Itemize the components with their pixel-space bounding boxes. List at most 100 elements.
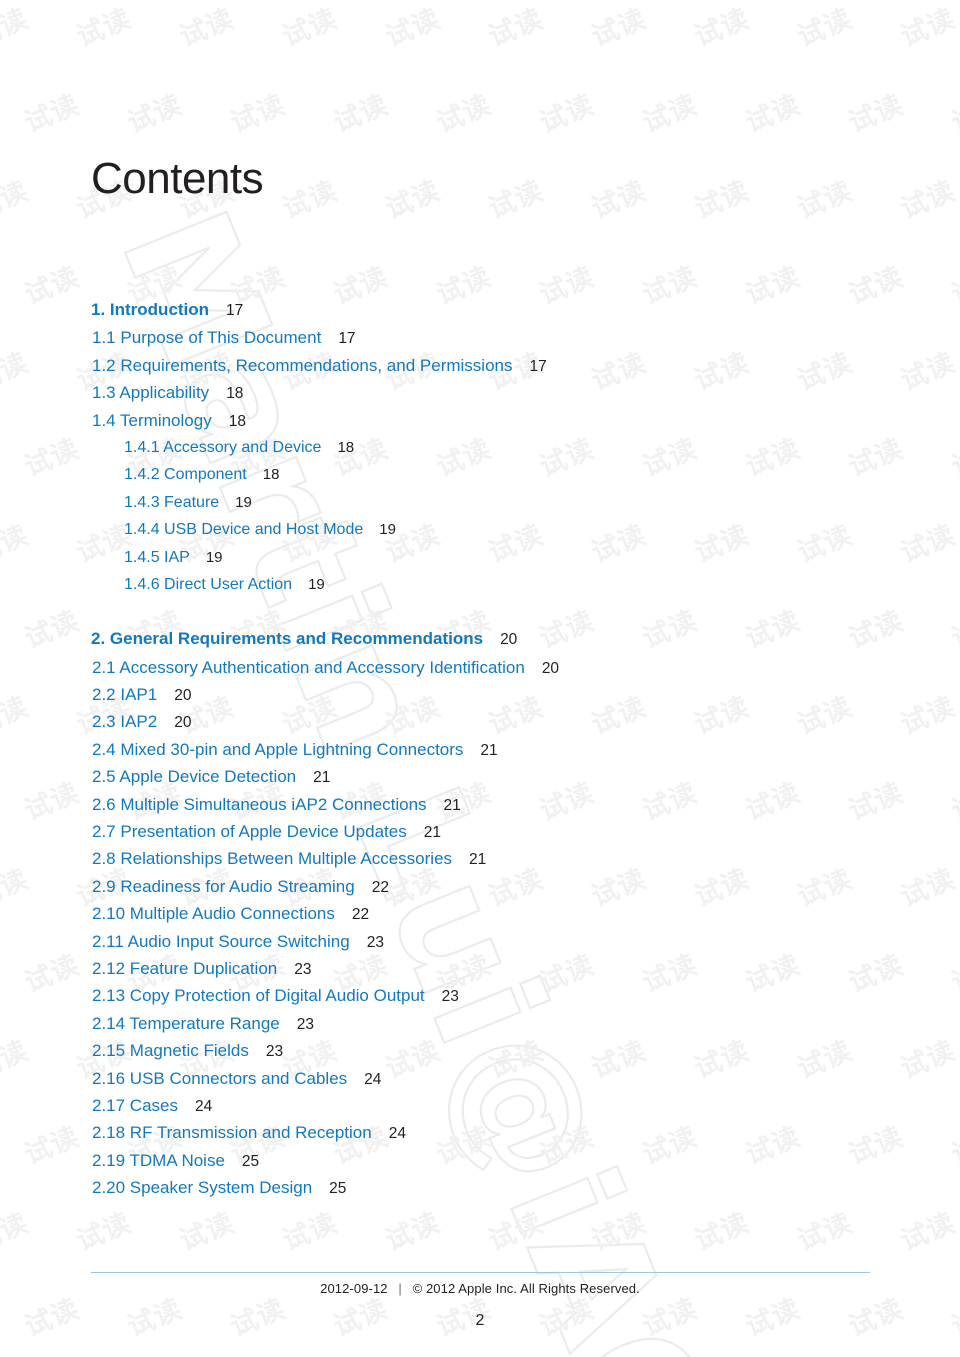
- toc-entry-label: 1.4.4 USB Device and Host Mode: [124, 521, 364, 539]
- toc-entry-page: 19: [379, 521, 396, 539]
- footer: 2012-09-12 | © 2012 Apple Inc. All Right…: [0, 1281, 960, 1296]
- toc-entry[interactable]: 1.4.5 IAP 19: [91, 544, 871, 571]
- watermark-tile: 试读: [793, 175, 857, 226]
- toc-entry[interactable]: 1.4.1 Accessory and Device 18: [91, 434, 871, 461]
- watermark-tile: 试读: [0, 691, 33, 742]
- watermark-tile: 试读: [947, 777, 960, 828]
- watermark-tile: 试读: [896, 863, 960, 914]
- toc-entry[interactable]: 1.4.3 Feature 19: [91, 489, 871, 516]
- footer-date: 2012-09-12: [320, 1281, 388, 1296]
- watermark-tile: 试读: [0, 1035, 33, 1086]
- toc-entry[interactable]: 2.6 Multiple Simultaneous iAP2 Connectio…: [91, 791, 871, 818]
- toc-entry-page: 21: [313, 769, 331, 787]
- toc-entry-label: 1.4.6 Direct User Action: [124, 575, 293, 593]
- watermark-tile: 试读: [20, 433, 84, 484]
- toc-entry[interactable]: 2.13 Copy Protection of Digital Audio Ou…: [91, 982, 871, 1009]
- watermark-tile: 试读: [690, 3, 754, 54]
- toc-entry[interactable]: 1.4 Terminology 18: [91, 407, 871, 434]
- toc-entry[interactable]: 2.3 IAP2 20: [91, 708, 871, 735]
- watermark-tile: 试读: [484, 175, 548, 226]
- toc-entry-label: 2.5 Apple Device Detection: [92, 767, 297, 787]
- toc-entry[interactable]: 2.8 Relationships Between Multiple Acces…: [91, 845, 871, 872]
- toc-entry-label: 2.14 Temperature Range: [92, 1013, 280, 1033]
- watermark-tile: 试读: [226, 89, 290, 140]
- watermark-tile: 试读: [535, 89, 599, 140]
- toc-entry-page: 20: [500, 631, 518, 649]
- toc-entry[interactable]: 2.19 TDMA Noise 25: [91, 1147, 871, 1174]
- toc-entry-page: 24: [388, 1125, 406, 1143]
- toc-entry[interactable]: 2.7 Presentation of Apple Device Updates…: [91, 818, 871, 845]
- toc-entry-label: 2.18 RF Transmission and Reception: [92, 1123, 372, 1143]
- toc-entry[interactable]: 1.4.6 Direct User Action 19: [91, 571, 871, 598]
- watermark-tile: 试读: [896, 347, 960, 398]
- toc-entry[interactable]: 2. General Requirements and Recommendati…: [91, 625, 871, 652]
- watermark-tile: 试读: [947, 433, 960, 484]
- toc-entry[interactable]: 2.4 Mixed 30-pin and Apple Lightning Con…: [91, 736, 871, 763]
- watermark-tile: 试读: [484, 1207, 548, 1258]
- toc-entry-page: 24: [364, 1070, 382, 1088]
- toc-entry-page: 22: [351, 906, 370, 924]
- toc-entry-label: 2.2 IAP1: [92, 685, 158, 705]
- page-title: Contents: [91, 154, 264, 204]
- watermark-tile: 试读: [896, 691, 960, 742]
- toc-entry[interactable]: 1.3 Applicability 18: [91, 379, 871, 406]
- toc-entry[interactable]: 2.16 USB Connectors and Cables 24: [91, 1065, 871, 1092]
- watermark-tile: 试读: [0, 519, 33, 570]
- watermark-tile: 试读: [20, 89, 84, 140]
- watermark-tile: 试读: [175, 3, 239, 54]
- toc-entry[interactable]: 2.9 Readiness for Audio Streaming 22: [91, 873, 871, 900]
- toc-entry-label: 2.4 Mixed 30-pin and Apple Lightning Con…: [92, 739, 464, 759]
- toc-entry[interactable]: 1.2 Requirements, Recommendations, and P…: [91, 352, 871, 379]
- toc-entry[interactable]: 2.5 Apple Device Detection 21: [91, 763, 871, 790]
- page-number: 2: [475, 1312, 485, 1329]
- watermark-tile: 试读: [587, 175, 651, 226]
- toc-entry[interactable]: 1.4.4 USB Device and Host Mode 19: [91, 516, 871, 543]
- toc-entry-page: 17: [338, 330, 356, 348]
- toc-entry[interactable]: 2.10 Multiple Audio Connections 22: [91, 900, 871, 927]
- toc-entry[interactable]: 1.1 Purpose of This Document 17: [91, 324, 871, 351]
- watermark-tile: 试读: [381, 1207, 445, 1258]
- toc-entry-page: 22: [371, 878, 389, 896]
- toc-entry-label: 2.10 Multiple Audio Connections: [92, 904, 335, 924]
- toc-entry-label: 2.15 Magnetic Fields: [92, 1041, 249, 1061]
- toc-entry[interactable]: 2.2 IAP1 20: [91, 681, 871, 708]
- toc-entry[interactable]: 2.12 Feature Duplication 23: [91, 955, 871, 982]
- watermark-tile: 试读: [947, 89, 960, 140]
- watermark-tile: 试读: [896, 1035, 960, 1086]
- toc-entry[interactable]: 2.11 Audio Input Source Switching 23: [91, 928, 871, 955]
- toc-section-gap: [91, 598, 871, 625]
- watermark-tile: 试读: [638, 89, 702, 140]
- toc-entry-label: 2.13 Copy Protection of Digital Audio Ou…: [92, 986, 425, 1006]
- toc-entry[interactable]: 2.20 Speaker System Design 25: [91, 1174, 871, 1201]
- toc-entry-label: 1. Introduction: [91, 300, 210, 319]
- toc-entry-label: 2.11 Audio Input Source Switching: [92, 931, 350, 951]
- watermark-tile: 试读: [20, 261, 84, 312]
- toc-entry-page: 18: [226, 385, 244, 403]
- toc-entry-page: 23: [265, 1043, 284, 1061]
- watermark-tile: 试读: [381, 175, 445, 226]
- watermark-tile: 试读: [381, 3, 445, 54]
- watermark-tile: 试读: [844, 89, 908, 140]
- toc-entry-page: 21: [423, 824, 441, 842]
- toc-entry[interactable]: 1.4.2 Component 18: [91, 461, 871, 488]
- toc-entry[interactable]: 2.14 Temperature Range 23: [91, 1010, 871, 1037]
- toc-entry[interactable]: 2.1 Accessory Authentication and Accesso…: [91, 654, 871, 681]
- toc-entry[interactable]: 1. Introduction 17: [91, 296, 871, 323]
- toc-entry-label: 2.9 Readiness for Audio Streaming: [92, 876, 355, 896]
- watermark-tile: 试读: [947, 261, 960, 312]
- toc-entry-page: 23: [441, 988, 459, 1006]
- toc-entry-page: 23: [366, 933, 384, 951]
- toc-entry[interactable]: 2.15 Magnetic Fields 23: [91, 1037, 871, 1064]
- toc-entry-label: 1.1 Purpose of This Document: [92, 328, 322, 348]
- toc-entry[interactable]: 2.17 Cases 24: [91, 1092, 871, 1119]
- watermark-tile: 试读: [690, 1207, 754, 1258]
- watermark-tile: 试读: [20, 605, 84, 656]
- toc-entry-page: 24: [195, 1097, 213, 1115]
- watermark-tile: 试读: [278, 175, 342, 226]
- watermark-tile: 试读: [793, 3, 857, 54]
- toc-entry-label: 1.4.5 IAP: [124, 548, 190, 566]
- toc-entry-label: 2.12 Feature Duplication: [92, 958, 278, 978]
- toc-entry[interactable]: 2.18 RF Transmission and Reception 24: [91, 1119, 871, 1146]
- watermark-tile: 试读: [741, 89, 805, 140]
- watermark-tile: 试读: [278, 3, 342, 54]
